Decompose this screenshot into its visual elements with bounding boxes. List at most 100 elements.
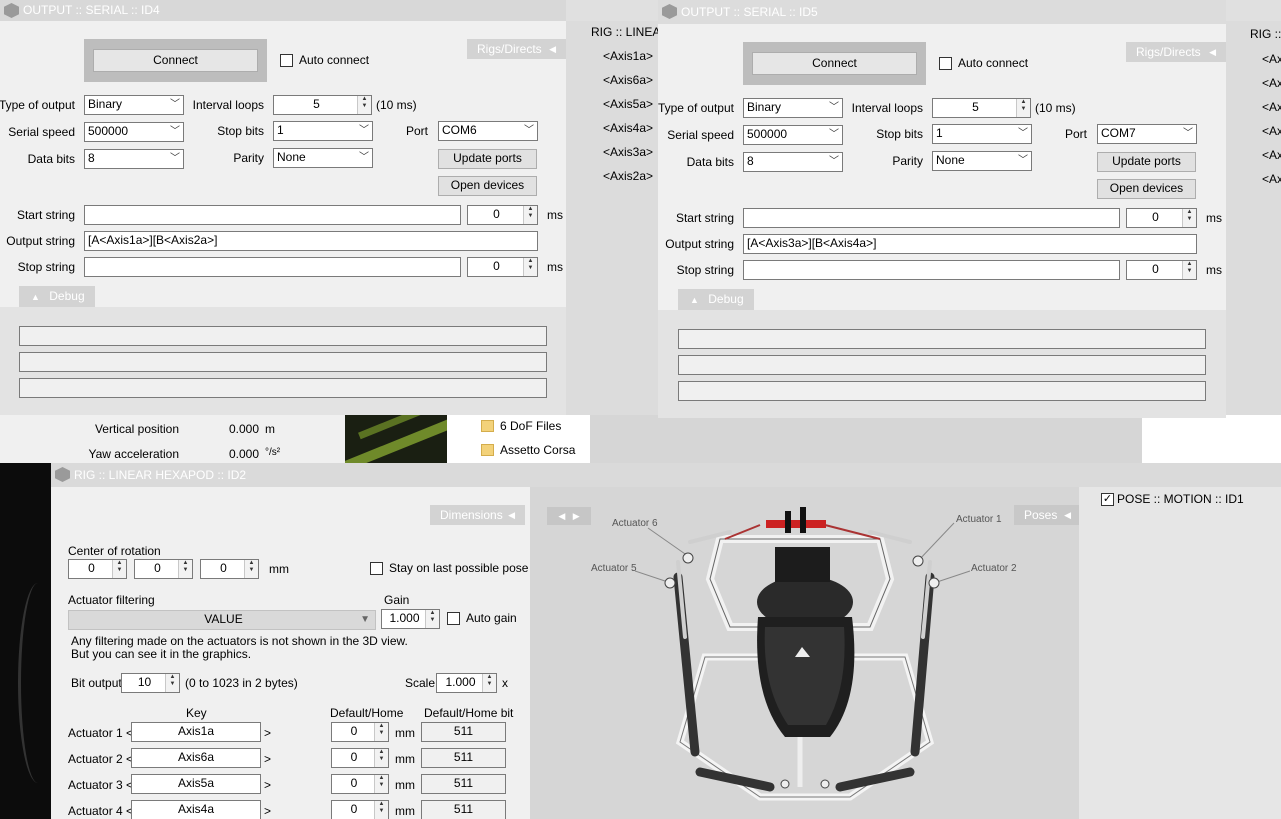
axis-item[interactable]: <Axis5a> (603, 97, 653, 111)
spin-arrows-icon[interactable]: ▲ ▼ (482, 674, 496, 692)
start-string-input[interactable] (84, 205, 461, 225)
start-string-input[interactable] (743, 208, 1120, 228)
stay-last-pose-checkbox[interactable] (370, 562, 383, 575)
interval-stepper[interactable]: 5 ▲ ▼ (932, 98, 1031, 118)
type-output-select[interactable]: Binary ﹀ (743, 98, 843, 118)
pose-motion-checkbox[interactable]: ✓ (1101, 493, 1114, 506)
update-ports-button[interactable]: Update ports (438, 149, 537, 169)
actuator-default-stepper[interactable]: 0 ▲ ▼ (331, 722, 389, 742)
scale-stepper[interactable]: 1.000 ▲ ▼ (436, 673, 497, 693)
auto-gain-checkbox[interactable] (447, 612, 460, 625)
spin-arrows-icon[interactable]: ▲ ▼ (165, 674, 179, 692)
axis-item[interactable]: <Ax (1262, 172, 1281, 186)
stop-string-input[interactable] (743, 260, 1120, 280)
axis-item[interactable]: <Axis3a> (603, 145, 653, 159)
app-logo-icon (662, 4, 677, 19)
debug-tab[interactable]: ▲ Debug (19, 286, 95, 307)
center-z-stepper[interactable]: 0 ▲ ▼ (200, 559, 259, 579)
axis-item[interactable]: <Axis2a> (603, 169, 653, 183)
spin-arrows-icon[interactable]: ▲ ▼ (374, 723, 388, 741)
spin-arrows-icon[interactable]: ▲ ▼ (425, 610, 439, 628)
rig-list-title: RIG :: (1250, 27, 1281, 41)
axis-item[interactable]: <Ax (1262, 148, 1281, 162)
axis-item[interactable]: <Ax (1262, 76, 1281, 90)
bit-output-stepper[interactable]: 10 ▲ ▼ (121, 673, 180, 693)
window-titlebar[interactable]: OUTPUT :: SERIAL :: ID5 (658, 0, 1226, 24)
axis-item[interactable]: <Axis6a> (603, 73, 653, 87)
center-y-stepper[interactable]: 0 ▲ ▼ (134, 559, 193, 579)
3d-viewport[interactable]: ◀ ▶ Poses ◀ Actuator 6 Actuator 1 Actuat… (530, 487, 1079, 819)
update-ports-button[interactable]: Update ports (1097, 152, 1196, 172)
debug-bar (678, 355, 1206, 375)
center-x-stepper[interactable]: 0 ▲ ▼ (68, 559, 127, 579)
interval-stepper[interactable]: 5 ▲ ▼ (273, 95, 372, 115)
spin-arrows-icon[interactable]: ▲ ▼ (374, 749, 388, 767)
axis-item[interactable]: <Ax (1262, 100, 1281, 114)
stop-ms-stepper[interactable]: 0 ▲ ▼ (1126, 260, 1197, 280)
spin-arrows-icon[interactable]: ▲ ▼ (1016, 99, 1030, 117)
rigs-directs-tab[interactable]: Rigs/Directs ◀ (467, 39, 566, 59)
auto-connect-checkbox[interactable] (280, 54, 293, 67)
spin-arrows-icon[interactable]: ▲ ▼ (357, 96, 371, 114)
rigs-directs-tab[interactable]: Rigs/Directs ◀ (1126, 42, 1226, 62)
axis-item[interactable]: <Ax (1262, 52, 1281, 66)
window-titlebar[interactable]: RIG :: LINEAR HEXAPOD :: ID2 (51, 463, 1281, 487)
actuator-key-input[interactable]: Axis6a (131, 748, 261, 768)
speed-select[interactable]: 500000 ﹀ (743, 125, 843, 145)
stopbits-select[interactable]: 1 ﹀ (932, 124, 1032, 144)
spin-arrows-icon[interactable]: ▲ ▼ (523, 258, 537, 276)
spin-arrows-icon[interactable]: ▲ ▼ (1182, 261, 1196, 279)
speed-select[interactable]: 500000 ﹀ (84, 122, 184, 142)
axis-item[interactable]: <Ax (1262, 124, 1281, 138)
collapse-up-icon: ▲ (31, 292, 40, 302)
output-string-input[interactable]: [A<Axis3a>][B<Axis4a>] (743, 234, 1197, 254)
stopbits-select[interactable]: 1 ﹀ (273, 121, 373, 141)
spin-arrows-icon[interactable]: ▲ ▼ (112, 560, 126, 578)
scale-unit: x (502, 676, 508, 690)
type-output-select[interactable]: Binary ﹀ (84, 95, 184, 115)
port-select[interactable]: COM6 ﹀ (438, 121, 538, 141)
spin-arrows-icon[interactable]: ▲ ▼ (523, 206, 537, 224)
parity-select[interactable]: None ﹀ (273, 148, 373, 168)
dimensions-tab[interactable]: Dimensions ◀ (430, 505, 525, 525)
spin-arrows-icon[interactable]: ▲ ▼ (244, 560, 258, 578)
debug-tab[interactable]: ▲ Debug (678, 289, 754, 310)
vertical-position-unit: m (265, 422, 275, 436)
spin-arrows-icon[interactable]: ▲ ▼ (1182, 209, 1196, 227)
port-select[interactable]: COM7 ﹀ (1097, 124, 1197, 144)
open-devices-button[interactable]: Open devices (438, 176, 537, 196)
chevron-down-icon: ﹀ (359, 125, 369, 136)
actuator-default-stepper[interactable]: 0 ▲ ▼ (331, 774, 389, 794)
file-item[interactable]: 6 DoF Files (481, 417, 561, 435)
actuator-row: Actuator 3 < Axis5a > 0 ▲ ▼ mm 511 (51, 774, 530, 796)
file-item[interactable]: Assetto Corsa (481, 441, 575, 459)
output-string-input[interactable]: [A<Axis1a>][B<Axis2a>] (84, 231, 538, 251)
stop-ms-stepper[interactable]: 0 ▲ ▼ (467, 257, 538, 277)
start-ms-stepper[interactable]: 0 ▲ ▼ (467, 205, 538, 225)
mm-unit: mm (269, 562, 289, 576)
actuator-default-stepper[interactable]: 0 ▲ ▼ (331, 748, 389, 768)
parity-select[interactable]: None ﹀ (932, 151, 1032, 171)
actuator-row: Actuator 4 < Axis4a > 0 ▲ ▼ mm 511 (51, 800, 530, 819)
actuator-key-input[interactable]: Axis5a (131, 774, 261, 794)
start-ms-stepper[interactable]: 0 ▲ ▼ (1126, 208, 1197, 228)
stop-string-input[interactable] (84, 257, 461, 277)
gain-stepper[interactable]: 1.000 ▲ ▼ (381, 609, 440, 629)
actuator-filtering-select[interactable]: VALUE ▼ (68, 610, 376, 630)
window-titlebar[interactable]: OUTPUT :: SERIAL :: ID4 (0, 0, 566, 21)
actuator-default-stepper[interactable]: 0 ▲ ▼ (331, 800, 389, 819)
parity-label: Parity (233, 151, 264, 165)
databits-select[interactable]: 8 ﹀ (84, 149, 184, 169)
databits-select[interactable]: 8 ﹀ (743, 152, 843, 172)
open-devices-button[interactable]: Open devices (1097, 179, 1196, 199)
actuator-key-input[interactable]: Axis4a (131, 800, 261, 819)
axis-item[interactable]: <Axis4a> (603, 121, 653, 135)
axis-item[interactable]: <Axis1a> (603, 49, 653, 63)
auto-connect-checkbox[interactable] (939, 57, 952, 70)
actuator-key-input[interactable]: Axis1a (131, 722, 261, 742)
spin-arrows-icon[interactable]: ▲ ▼ (374, 775, 388, 793)
spin-arrows-icon[interactable]: ▲ ▼ (178, 560, 192, 578)
spin-arrows-icon[interactable]: ▲ ▼ (374, 801, 388, 819)
connect-button[interactable]: Connect (93, 49, 258, 72)
connect-button[interactable]: Connect (752, 52, 917, 75)
